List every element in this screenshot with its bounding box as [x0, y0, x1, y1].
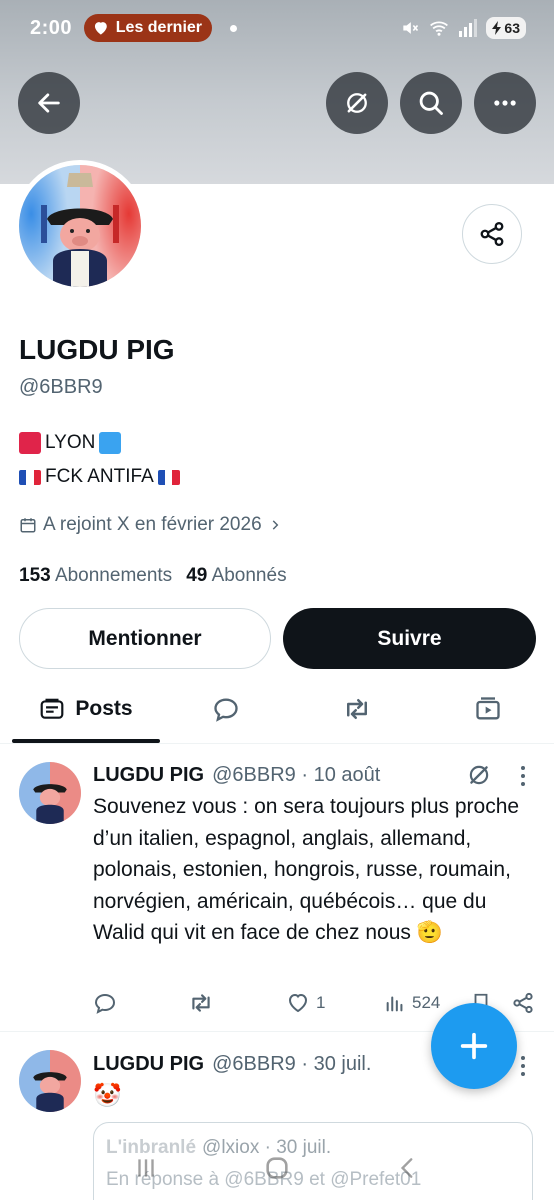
share-icon — [480, 221, 504, 247]
view-count: 524 — [412, 993, 441, 1012]
more-icon — [494, 100, 516, 106]
joined-text: A rejoint X en février 2026 — [43, 514, 262, 535]
followers-count: 49 — [186, 565, 208, 586]
reply-icon — [214, 698, 238, 722]
notification-dot — [230, 24, 238, 32]
follow-button[interactable]: Suivre — [283, 608, 536, 669]
search-icon — [419, 91, 443, 115]
avatar-image — [19, 1050, 81, 1112]
profile-avatar[interactable] — [14, 160, 146, 292]
back-button[interactable] — [18, 72, 80, 134]
like-button[interactable]: 1 — [286, 988, 325, 1018]
video-icon — [476, 697, 500, 720]
post-author-name[interactable]: LUGDU PIG — [93, 764, 204, 787]
bio-line-2: FCK ANTIFA — [19, 466, 180, 488]
france-flag-icon — [157, 469, 180, 485]
plus-icon — [460, 1032, 488, 1060]
back-nav-button[interactable] — [388, 1148, 428, 1188]
battery-indicator: 63 — [486, 17, 526, 39]
followers-label: Abonnés — [211, 565, 287, 586]
search-button[interactable] — [400, 72, 462, 134]
follow-counts: 153 Abonnements 49 Abonnés — [19, 565, 287, 587]
grok-button[interactable] — [326, 72, 388, 134]
joined-date[interactable]: A rejoint X en février 2026 — [19, 514, 282, 536]
tab-posts[interactable]: Posts — [12, 676, 160, 742]
profile-name: LUGDU PIG — [19, 334, 175, 365]
wifi-icon — [430, 21, 449, 36]
following-label: Abonnements — [54, 565, 173, 586]
post-more-button[interactable] — [516, 1054, 530, 1078]
home-icon — [266, 1157, 288, 1179]
compose-button[interactable] — [431, 1003, 517, 1089]
system-nav-bar — [0, 1136, 554, 1200]
status-icons: 63 — [400, 17, 526, 39]
profile-handle: @6BBR9 — [19, 376, 103, 398]
grok-icon[interactable] — [466, 762, 492, 788]
status-time: 2:00 — [30, 16, 73, 39]
tab-posts-label: Posts — [75, 697, 133, 720]
charging-icon — [492, 21, 502, 35]
reply-icon — [94, 993, 116, 1014]
repost-icon — [192, 994, 210, 1012]
profile-tabs: Posts — [0, 676, 554, 744]
post-more-button[interactable] — [516, 764, 530, 788]
grok-icon — [347, 93, 367, 113]
notification-pill[interactable]: Les dernier — [84, 14, 213, 42]
more-button[interactable] — [474, 72, 536, 134]
post-avatar[interactable] — [19, 762, 81, 824]
following-link[interactable]: 153 Abonnements — [19, 565, 172, 587]
notification-text: Les dernier — [115, 19, 203, 36]
battery-level: 63 — [504, 20, 520, 36]
bio-text-1: LYON — [45, 432, 96, 453]
heart-icon — [288, 993, 308, 1013]
recents-button[interactable] — [126, 1148, 166, 1188]
blue-square-icon — [99, 432, 122, 454]
post-header: LUGDU PIG @6BBR9 · 10 août — [93, 764, 380, 787]
repost-button[interactable] — [188, 988, 214, 1018]
status-bar: 2:00 Les dernier 63 — [0, 0, 554, 56]
home-button[interactable] — [257, 1148, 297, 1188]
post-meta: @6BBR9 · 10 août — [212, 764, 381, 786]
views-icon — [386, 996, 403, 1012]
mute-icon — [403, 22, 419, 34]
like-count: 1 — [316, 993, 326, 1012]
post-text: Souvenez vous : on sera toujours plus pr… — [93, 795, 520, 944]
active-tab-indicator — [12, 739, 160, 743]
tab-media[interactable] — [458, 676, 518, 742]
bio-text-2: FCK ANTIFA — [45, 466, 154, 487]
signal-icon — [459, 19, 478, 37]
france-flag-icon — [19, 469, 41, 485]
share-profile-button[interactable] — [462, 204, 522, 264]
post-share-button[interactable] — [511, 988, 535, 1018]
heart-icon — [94, 22, 107, 35]
arrow-left-icon — [38, 93, 60, 113]
calendar-icon — [20, 518, 36, 533]
tab-replies[interactable] — [196, 676, 256, 742]
post-avatar[interactable] — [19, 1050, 81, 1112]
bio-line-1: LYON — [19, 432, 122, 454]
tab-reposts[interactable] — [327, 676, 387, 742]
mention-button[interactable]: Mentionner — [19, 608, 271, 669]
red-square-icon — [19, 432, 41, 454]
following-count: 153 — [19, 565, 51, 586]
share-icon — [513, 992, 533, 1014]
avatar-image — [19, 165, 141, 287]
reply-button[interactable] — [93, 988, 117, 1018]
post-author-name[interactable]: LUGDU PIG — [93, 1053, 204, 1076]
chevron-right-icon — [272, 520, 279, 530]
post-meta: @6BBR9 · 30 juil. — [212, 1053, 372, 1075]
followers-link[interactable]: 49 Abonnés — [186, 565, 286, 587]
recents-icon — [137, 1159, 154, 1177]
repost-icon — [347, 699, 367, 719]
posts-icon — [41, 698, 64, 719]
chevron-left-icon — [401, 1158, 413, 1178]
views-button[interactable]: 524 — [384, 988, 440, 1018]
avatar-image — [19, 762, 81, 824]
post-header: LUGDU PIG @6BBR9 · 30 juil. — [93, 1053, 371, 1076]
